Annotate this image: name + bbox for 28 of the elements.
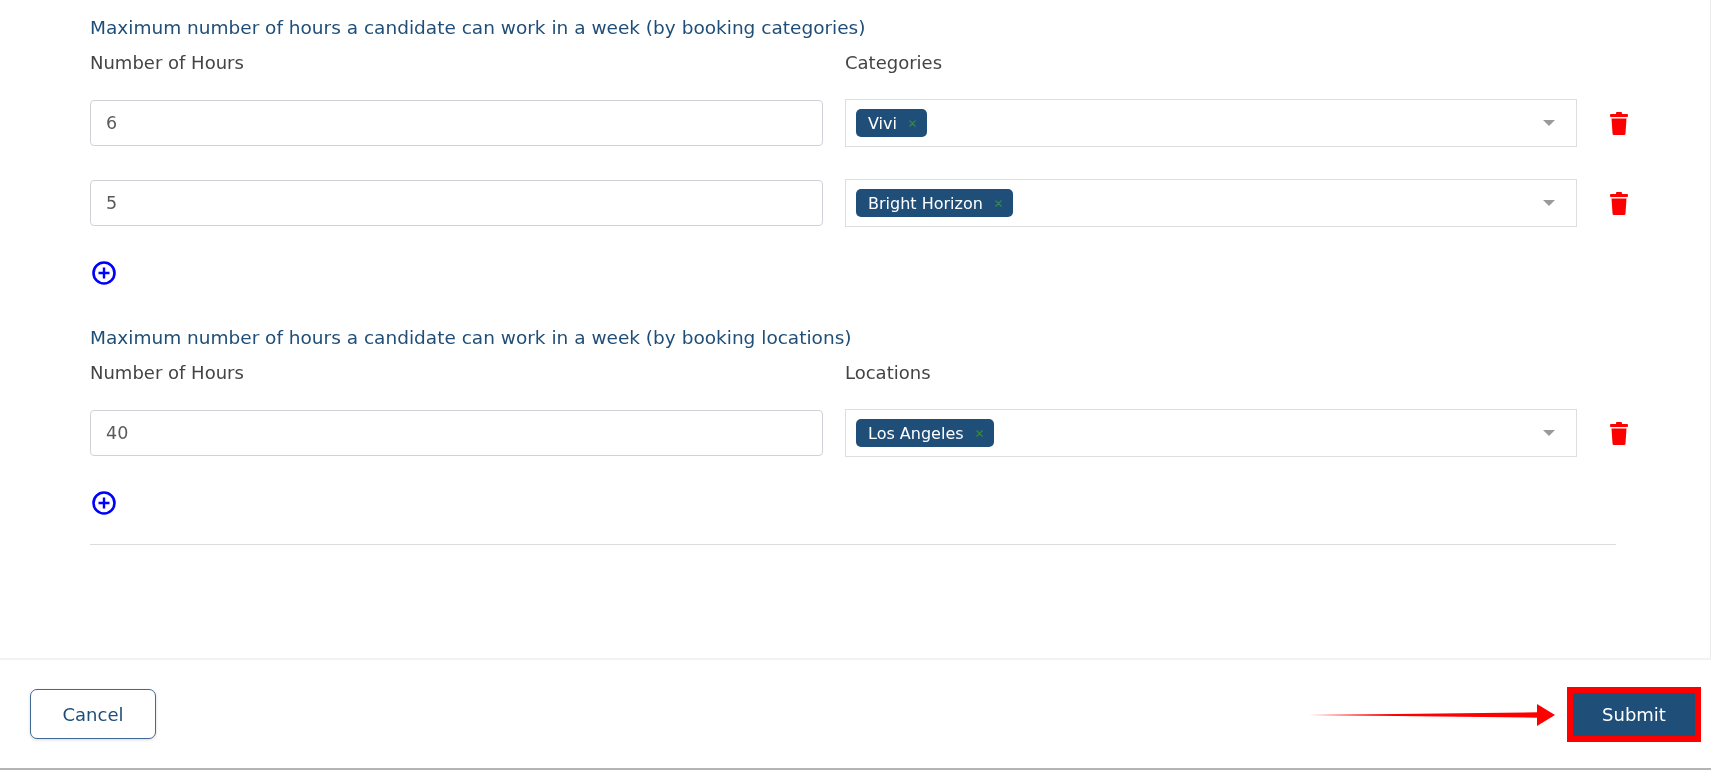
field-label: Categories	[845, 51, 944, 75]
close-icon[interactable]	[908, 119, 916, 127]
caret-icon	[1543, 200, 1555, 206]
multi-select[interactable]: Los Angeles	[845, 409, 1577, 457]
trash-icon[interactable]	[1610, 421, 1628, 445]
multi-select[interactable]: Vivi	[845, 99, 1577, 147]
submit-button[interactable]: Submit	[1573, 693, 1695, 736]
section-heading: Maximum number of hours a candidate can work in a week (by booking categories)	[90, 16, 866, 40]
section-heading: Maximum number of hours a candidate can work in a week (by booking locations)	[90, 326, 852, 350]
close-icon[interactable]	[975, 429, 983, 437]
trash-icon[interactable]	[1610, 191, 1628, 215]
plus-circle-icon[interactable]	[92, 261, 116, 285]
multi-select[interactable]: Bright Horizon	[845, 179, 1577, 227]
caret-icon	[1543, 120, 1555, 126]
hours-input[interactable]: 40	[90, 410, 823, 456]
tag-label: Bright Horizon	[868, 193, 983, 213]
field-label: Number of Hours	[90, 361, 245, 385]
close-icon[interactable]	[994, 199, 1002, 207]
tag-label: Los Angeles	[868, 423, 964, 443]
hours-input[interactable]: 5	[90, 180, 823, 226]
cancel-button[interactable]: Cancel	[30, 689, 156, 739]
field-label: Locations	[845, 361, 932, 385]
hours-input[interactable]: 6	[90, 100, 823, 146]
trash-icon[interactable]	[1610, 111, 1628, 135]
tag-label: Vivi	[868, 113, 897, 133]
caret-icon	[1543, 430, 1555, 436]
plus-circle-icon[interactable]	[92, 491, 116, 515]
field-label: Number of Hours	[90, 51, 245, 75]
